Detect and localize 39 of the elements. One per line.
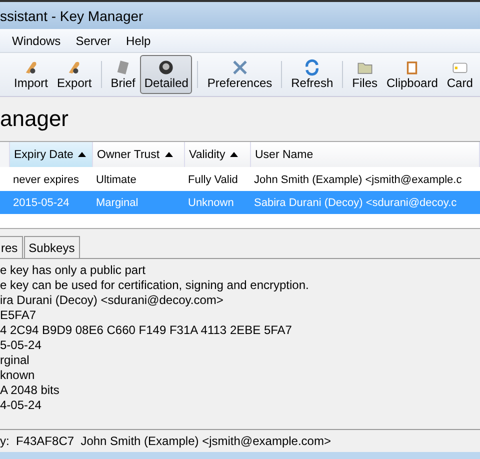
column-header[interactable]: User Name bbox=[251, 142, 480, 167]
table-cell-text: John Smith (Example) <jsmith@example.c bbox=[253, 174, 463, 186]
toolbar-button[interactable]: Export bbox=[53, 55, 96, 94]
detail-line: 4-05-24 bbox=[0, 398, 42, 413]
tab[interactable]: Subkeys bbox=[24, 236, 80, 258]
detail-line: e key has only a public part bbox=[0, 263, 146, 278]
table-cell-text: Unknown bbox=[187, 196, 235, 208]
column-header[interactable] bbox=[0, 142, 10, 167]
column-header[interactable]: Expiry Date bbox=[10, 142, 93, 167]
detail-line: ira Durani (Decoy) <sdurani@decoy.com> bbox=[0, 293, 224, 308]
toolbar-button[interactable]: Refresh bbox=[287, 55, 338, 94]
toolbar-button[interactable]: Clipboard bbox=[382, 55, 442, 94]
toolbar-button[interactable]: Detailed bbox=[140, 55, 192, 94]
detail-line: known bbox=[0, 368, 36, 383]
toolbar-button[interactable]: Preferences bbox=[203, 55, 276, 94]
table-cell-text: Sabira Durani (Decoy) <sdurani@decoy.c bbox=[253, 196, 458, 208]
detail-line: 5-05-24 bbox=[0, 338, 42, 353]
toolbar-button[interactable]: Files bbox=[348, 55, 382, 94]
detail-line: 4 2C94 B9D9 08E6 C660 F149 F31A 4113 2EBE 5FA7 bbox=[0, 323, 293, 338]
detail-line: rginal bbox=[0, 353, 30, 368]
window-title: ssistant - Key Manager bbox=[0, 8, 144, 24]
toolbar-button[interactable]: Brief bbox=[106, 55, 140, 94]
menu-item[interactable]: Windows bbox=[12, 34, 61, 48]
toolbar-button[interactable]: Card bbox=[442, 55, 477, 94]
table-cell-text: Fully Valid bbox=[187, 174, 239, 186]
page-heading: anager bbox=[0, 105, 70, 133]
menu-item[interactable]: Help bbox=[126, 34, 151, 48]
toolbar-button[interactable]: Import bbox=[10, 55, 52, 94]
detail-line: E5FA7 bbox=[0, 308, 38, 323]
detail-line: e key can be used for certification, signing and encryption. bbox=[0, 278, 310, 293]
tab[interactable]: res bbox=[0, 236, 23, 258]
table-cell-text: never expires bbox=[12, 174, 80, 186]
table-cell-text: 2015-05-24 bbox=[12, 196, 70, 208]
table-cell-text: Marginal bbox=[95, 196, 140, 208]
column-header[interactable]: Validity bbox=[185, 142, 251, 167]
column-header[interactable]: Owner Trust bbox=[93, 142, 185, 167]
detail-line: A 2048 bits bbox=[0, 383, 60, 398]
menu-item[interactable]: Server bbox=[76, 34, 112, 48]
table-cell-text: Ultimate bbox=[95, 174, 138, 186]
